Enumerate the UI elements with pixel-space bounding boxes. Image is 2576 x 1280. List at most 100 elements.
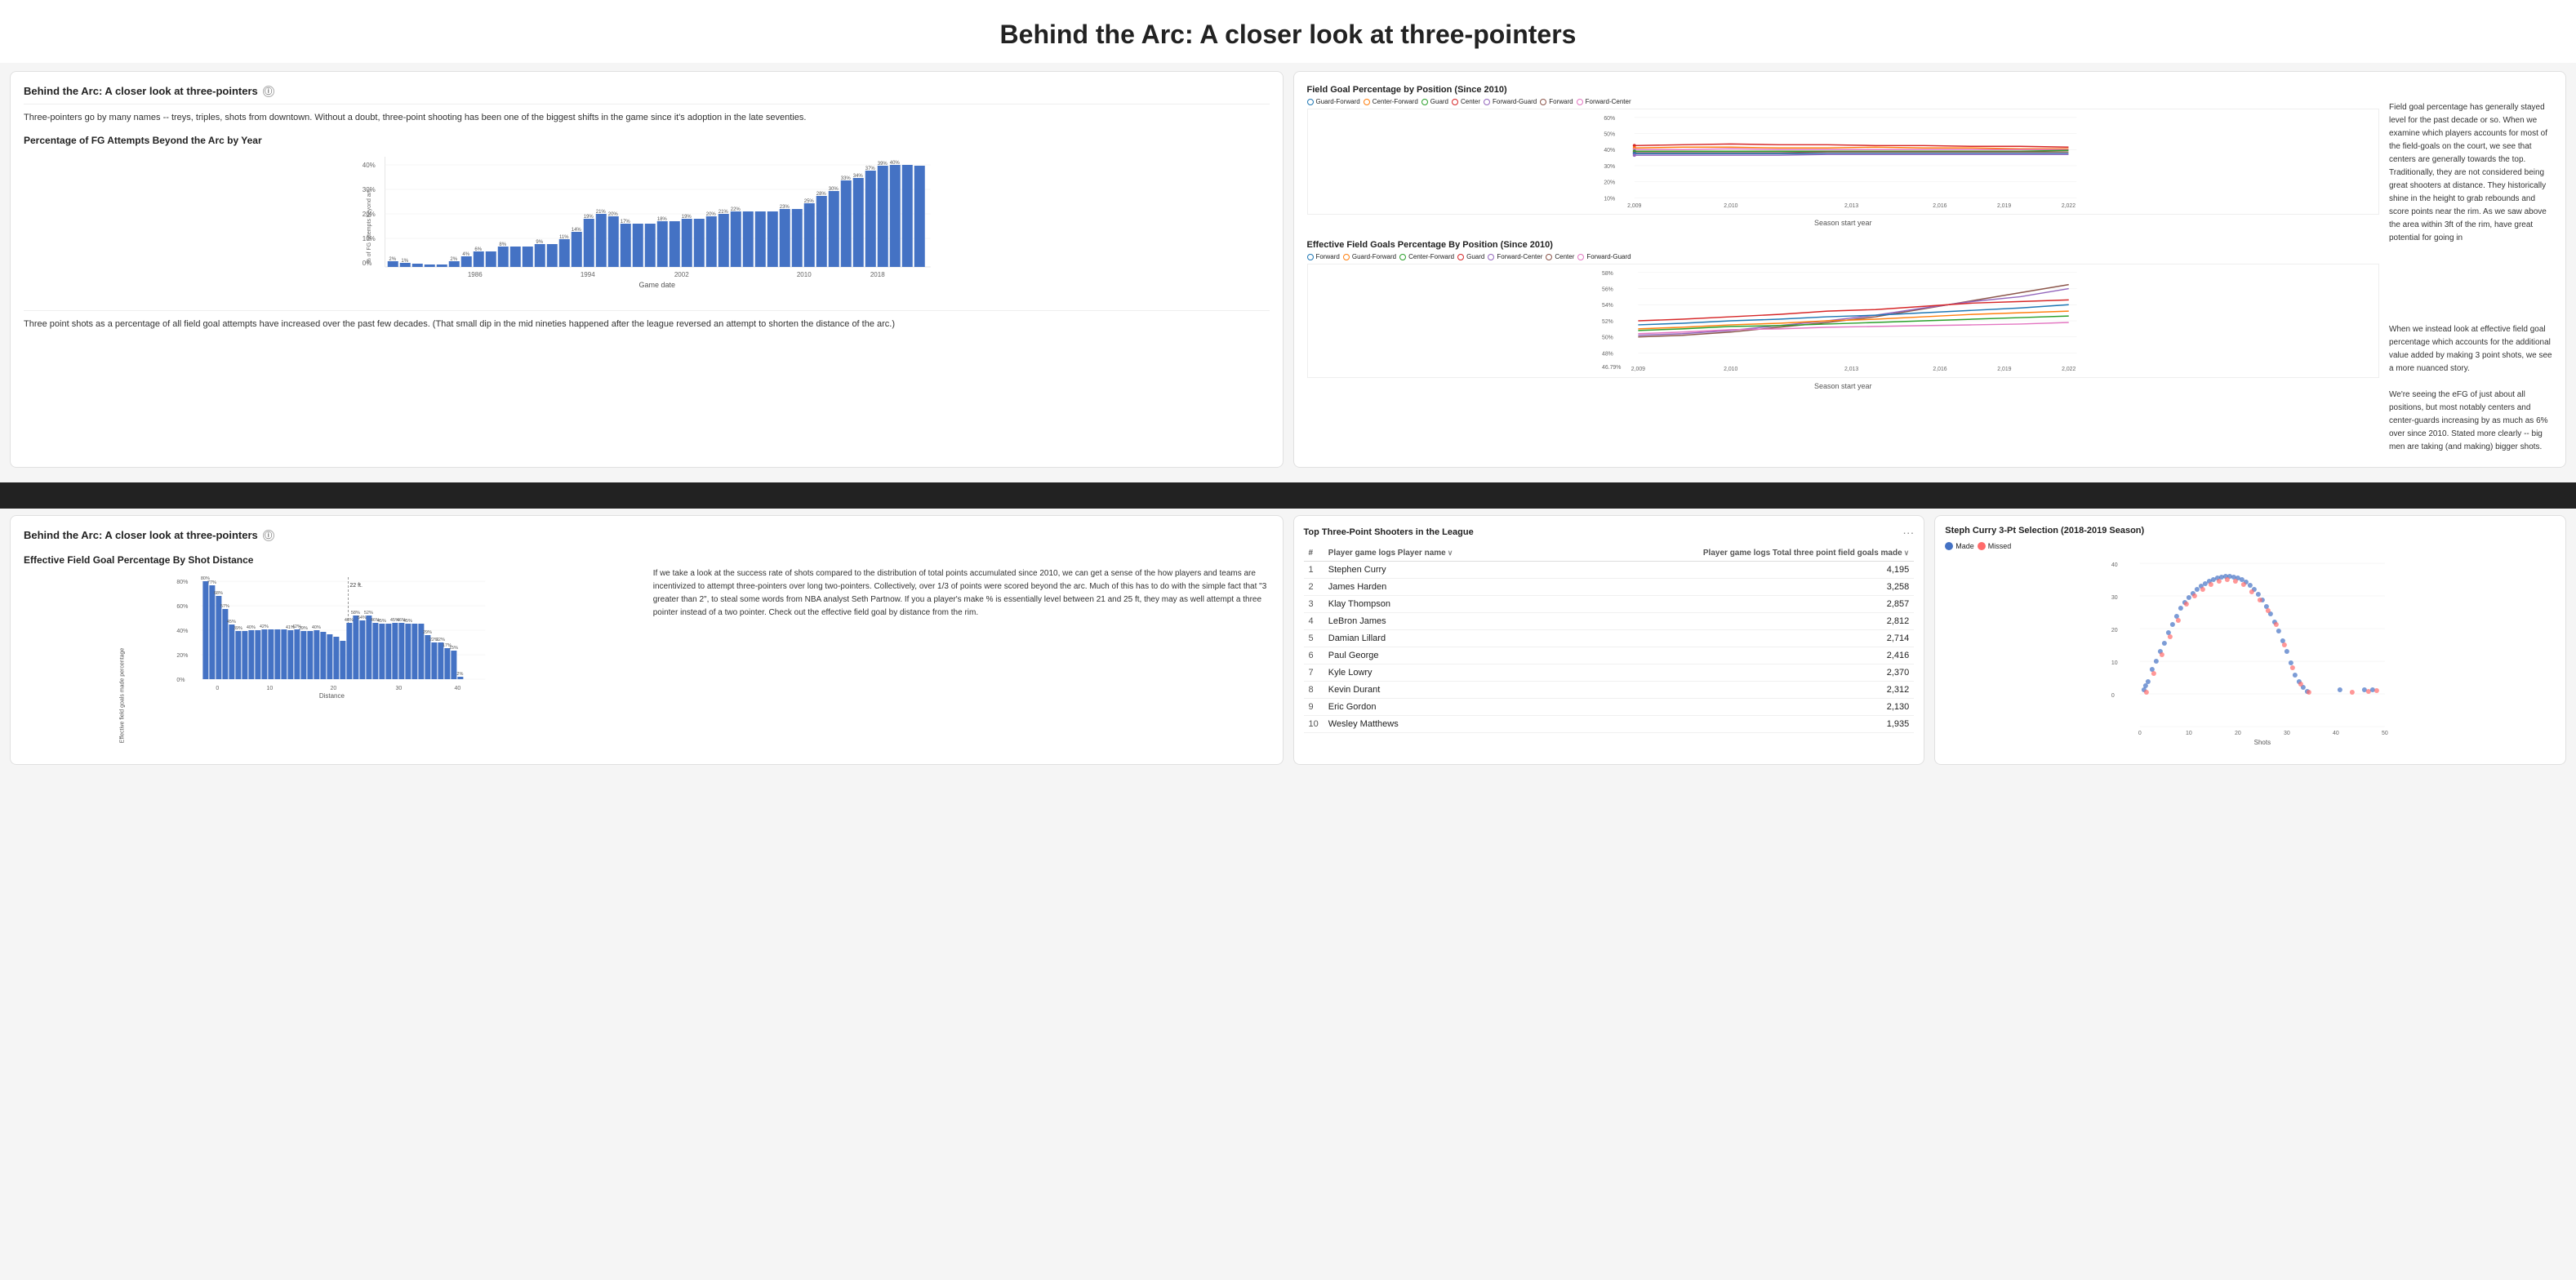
- svg-text:21%: 21%: [596, 210, 607, 215]
- name-sort-icon[interactable]: ∨: [1448, 549, 1453, 558]
- svg-text:80%: 80%: [176, 580, 188, 585]
- svg-text:4%: 4%: [462, 252, 469, 257]
- svg-text:2%: 2%: [456, 672, 463, 677]
- player-value-cell: 2,812: [1550, 613, 1914, 630]
- fg-bar-chart: 40% 30% 20% 10% 0% % of FG attempts beyo…: [24, 153, 1270, 302]
- svg-text:30%: 30%: [829, 187, 839, 192]
- svg-text:22%: 22%: [731, 207, 741, 212]
- efg-distance-chart-title: Effective Field Goal Percentage By Shot …: [24, 554, 640, 566]
- table-row: 3 Klay Thompson 2,857: [1304, 596, 1915, 613]
- rank-cell: 7: [1304, 664, 1324, 682]
- svg-text:30: 30: [2284, 731, 2290, 736]
- shooters-table: # Player game logs Player name ∨ Player …: [1304, 545, 1915, 733]
- svg-text:46.79%: 46.79%: [1602, 365, 1621, 371]
- svg-text:17%: 17%: [621, 220, 631, 224]
- svg-text:2,009: 2,009: [1631, 367, 1644, 372]
- svg-text:20%: 20%: [608, 212, 619, 217]
- value-sort-icon[interactable]: ∨: [1904, 549, 1910, 558]
- svg-text:8%: 8%: [499, 242, 506, 247]
- legend-item-c: Center: [1452, 98, 1480, 105]
- bottom-left-panel-title: Behind the Arc: A closer look at three-p…: [24, 529, 1270, 541]
- efg-pct-chart-title: Effective Field Goals Percentage By Posi…: [1307, 240, 2380, 250]
- legend-item-gf: Guard-Forward: [1307, 98, 1360, 105]
- table-row: 2 James Harden 3,258: [1304, 579, 1915, 596]
- top-left-panel-title: Behind the Arc: A closer look at three-p…: [24, 85, 1270, 97]
- svg-text:30: 30: [395, 686, 402, 691]
- info-icon[interactable]: ⓘ: [263, 86, 274, 97]
- table-row: 1 Stephen Curry 4,195: [1304, 562, 1915, 579]
- svg-text:39%: 39%: [234, 626, 242, 631]
- scatter-legend-made: Made: [1945, 542, 1974, 550]
- svg-text:21%: 21%: [719, 210, 729, 215]
- svg-text:20: 20: [2111, 628, 2118, 633]
- svg-text:52%: 52%: [364, 611, 373, 616]
- value-header[interactable]: Player game logs Total three point field…: [1550, 545, 1914, 562]
- efg-legend-g: Guard: [1457, 253, 1484, 260]
- efg-distance-chart-container: Effective Field Goal Percentage By Shot …: [24, 548, 640, 751]
- table-menu-icon[interactable]: ···: [1902, 526, 1914, 539]
- rank-cell: 4: [1304, 613, 1324, 630]
- table-title: Top Three-Point Shooters in the League: [1304, 527, 1474, 537]
- svg-text:14%: 14%: [572, 228, 582, 233]
- bottom-info-icon[interactable]: ⓘ: [263, 530, 274, 541]
- scatter-plot-svg: 40 30 20 10 0 0 10 20 30 40 50 Shots: [1945, 555, 2556, 751]
- top-shooters-panel: Top Three-Point Shooters in the League ·…: [1293, 515, 1925, 765]
- rank-cell: 3: [1304, 596, 1324, 613]
- svg-text:30: 30: [2111, 595, 2118, 601]
- table-row: 4 LeBron James 2,812: [1304, 613, 1915, 630]
- efg-legend-fg: Forward-Guard: [1577, 253, 1631, 260]
- svg-text:9%: 9%: [536, 240, 543, 245]
- legend-item-g: Guard: [1421, 98, 1448, 105]
- intro-text: Three-pointers go by many names -- treys…: [24, 104, 1270, 125]
- fg-pct-text: Field goal percentage has generally stay…: [2389, 85, 2552, 245]
- svg-text:40: 40: [454, 686, 460, 691]
- right-charts-container: Field Goal Percentage by Position (Since…: [1307, 85, 2380, 454]
- svg-text:30%: 30%: [1604, 164, 1615, 170]
- efg-pct-text: When we instead look at effective field …: [2389, 258, 2552, 454]
- player-name-cell: Eric Gordon: [1324, 699, 1550, 716]
- efg-legend-c: Center: [1546, 253, 1574, 260]
- svg-text:56%: 56%: [1602, 287, 1613, 293]
- bottom-left-panel: Behind the Arc: A closer look at three-p…: [10, 515, 1284, 765]
- svg-text:2010: 2010: [797, 271, 812, 278]
- rank-cell: 10: [1304, 716, 1324, 733]
- efg-distance-bar-chart: 80% 60% 40% 20% 0% 80%: [24, 569, 640, 749]
- svg-text:25%: 25%: [804, 199, 815, 204]
- svg-text:40: 40: [2333, 731, 2339, 736]
- svg-text:58%: 58%: [1602, 271, 1613, 277]
- efg-pct-chart-section: Effective Field Goals Percentage By Posi…: [1307, 240, 2380, 390]
- svg-text:23%: 23%: [780, 205, 790, 210]
- rank-cell: 2: [1304, 579, 1324, 596]
- svg-text:15%: 15%: [449, 646, 458, 651]
- svg-text:2002: 2002: [674, 271, 689, 278]
- svg-text:22%: 22%: [436, 638, 445, 642]
- player-name-cell: LeBron James: [1324, 613, 1550, 630]
- page-title: Behind the Arc: A closer look at three-p…: [0, 0, 2576, 63]
- player-name-cell: Paul George: [1324, 647, 1550, 664]
- player-value-cell: 1,935: [1550, 716, 1914, 733]
- svg-text:50%: 50%: [1604, 131, 1615, 137]
- svg-text:2,010: 2,010: [1724, 367, 1737, 372]
- svg-text:45%: 45%: [403, 619, 412, 624]
- svg-text:40%: 40%: [247, 625, 256, 630]
- rank-cell: 1: [1304, 562, 1324, 579]
- player-name-cell: Damian Lillard: [1324, 630, 1550, 647]
- efg-legend-gf: Guard-Forward: [1343, 253, 1396, 260]
- svg-text:20: 20: [330, 686, 336, 691]
- player-name-cell: Wesley Matthews: [1324, 716, 1550, 733]
- name-header[interactable]: Player game logs Player name ∨: [1324, 545, 1550, 562]
- player-name-cell: James Harden: [1324, 579, 1550, 596]
- svg-text:2,009: 2,009: [1627, 203, 1641, 209]
- player-value-cell: 2,130: [1550, 699, 1914, 716]
- section-divider: [0, 482, 2576, 509]
- legend-item-fc: Forward-Center: [1577, 98, 1631, 105]
- fg-bar-chart-svg: 40% 30% 20% 10% 0% % of FG attempts beyo…: [24, 153, 1270, 300]
- chart1-x-label: Season start year: [1307, 219, 2380, 227]
- svg-text:Game date: Game date: [638, 281, 675, 289]
- svg-text:54%: 54%: [1602, 303, 1613, 309]
- svg-text:40%: 40%: [176, 629, 188, 634]
- svg-text:57%: 57%: [220, 604, 229, 609]
- svg-text:11%: 11%: [559, 235, 569, 240]
- player-value-cell: 2,370: [1550, 664, 1914, 682]
- table-row: 9 Eric Gordon 2,130: [1304, 699, 1915, 716]
